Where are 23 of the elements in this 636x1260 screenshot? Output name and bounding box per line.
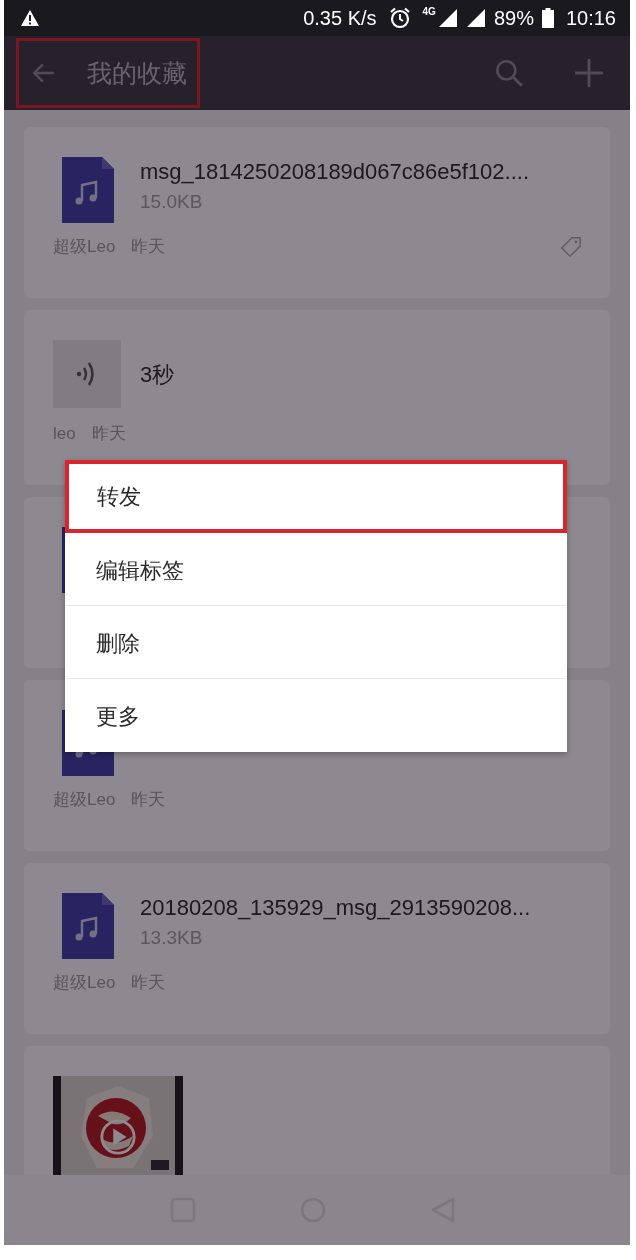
music-file-icon: [62, 893, 114, 959]
signal-icon: [437, 8, 458, 28]
network-type: 4G: [422, 6, 436, 17]
add-icon[interactable]: [574, 58, 604, 88]
menu-item[interactable]: 编辑标签: [65, 533, 567, 606]
file-name: 20180208_135929_msg_2913590208...: [140, 895, 531, 922]
file-name: msg_1814250208189d067c86e5f102....: [140, 159, 529, 186]
tag-icon[interactable]: [560, 235, 582, 258]
page-title: 我的收藏: [87, 57, 187, 89]
warning-icon: [20, 9, 40, 27]
music-file-icon: [62, 157, 114, 223]
search-icon[interactable]: [494, 58, 524, 88]
voice-duration: 3秒: [140, 361, 175, 389]
signal-icon: [465, 8, 486, 28]
play-icon[interactable]: [99, 1118, 137, 1156]
clock: 10:16: [565, 6, 616, 30]
menu-item[interactable]: 转发: [65, 460, 567, 533]
battery-percent: 89%: [493, 6, 534, 30]
menu-item[interactable]: 更多: [65, 679, 567, 752]
battery-icon: [541, 8, 554, 28]
alarm-icon: [388, 7, 411, 29]
network-speed: 0.35 K/s: [303, 6, 377, 30]
menu-item[interactable]: 删除: [65, 606, 567, 679]
